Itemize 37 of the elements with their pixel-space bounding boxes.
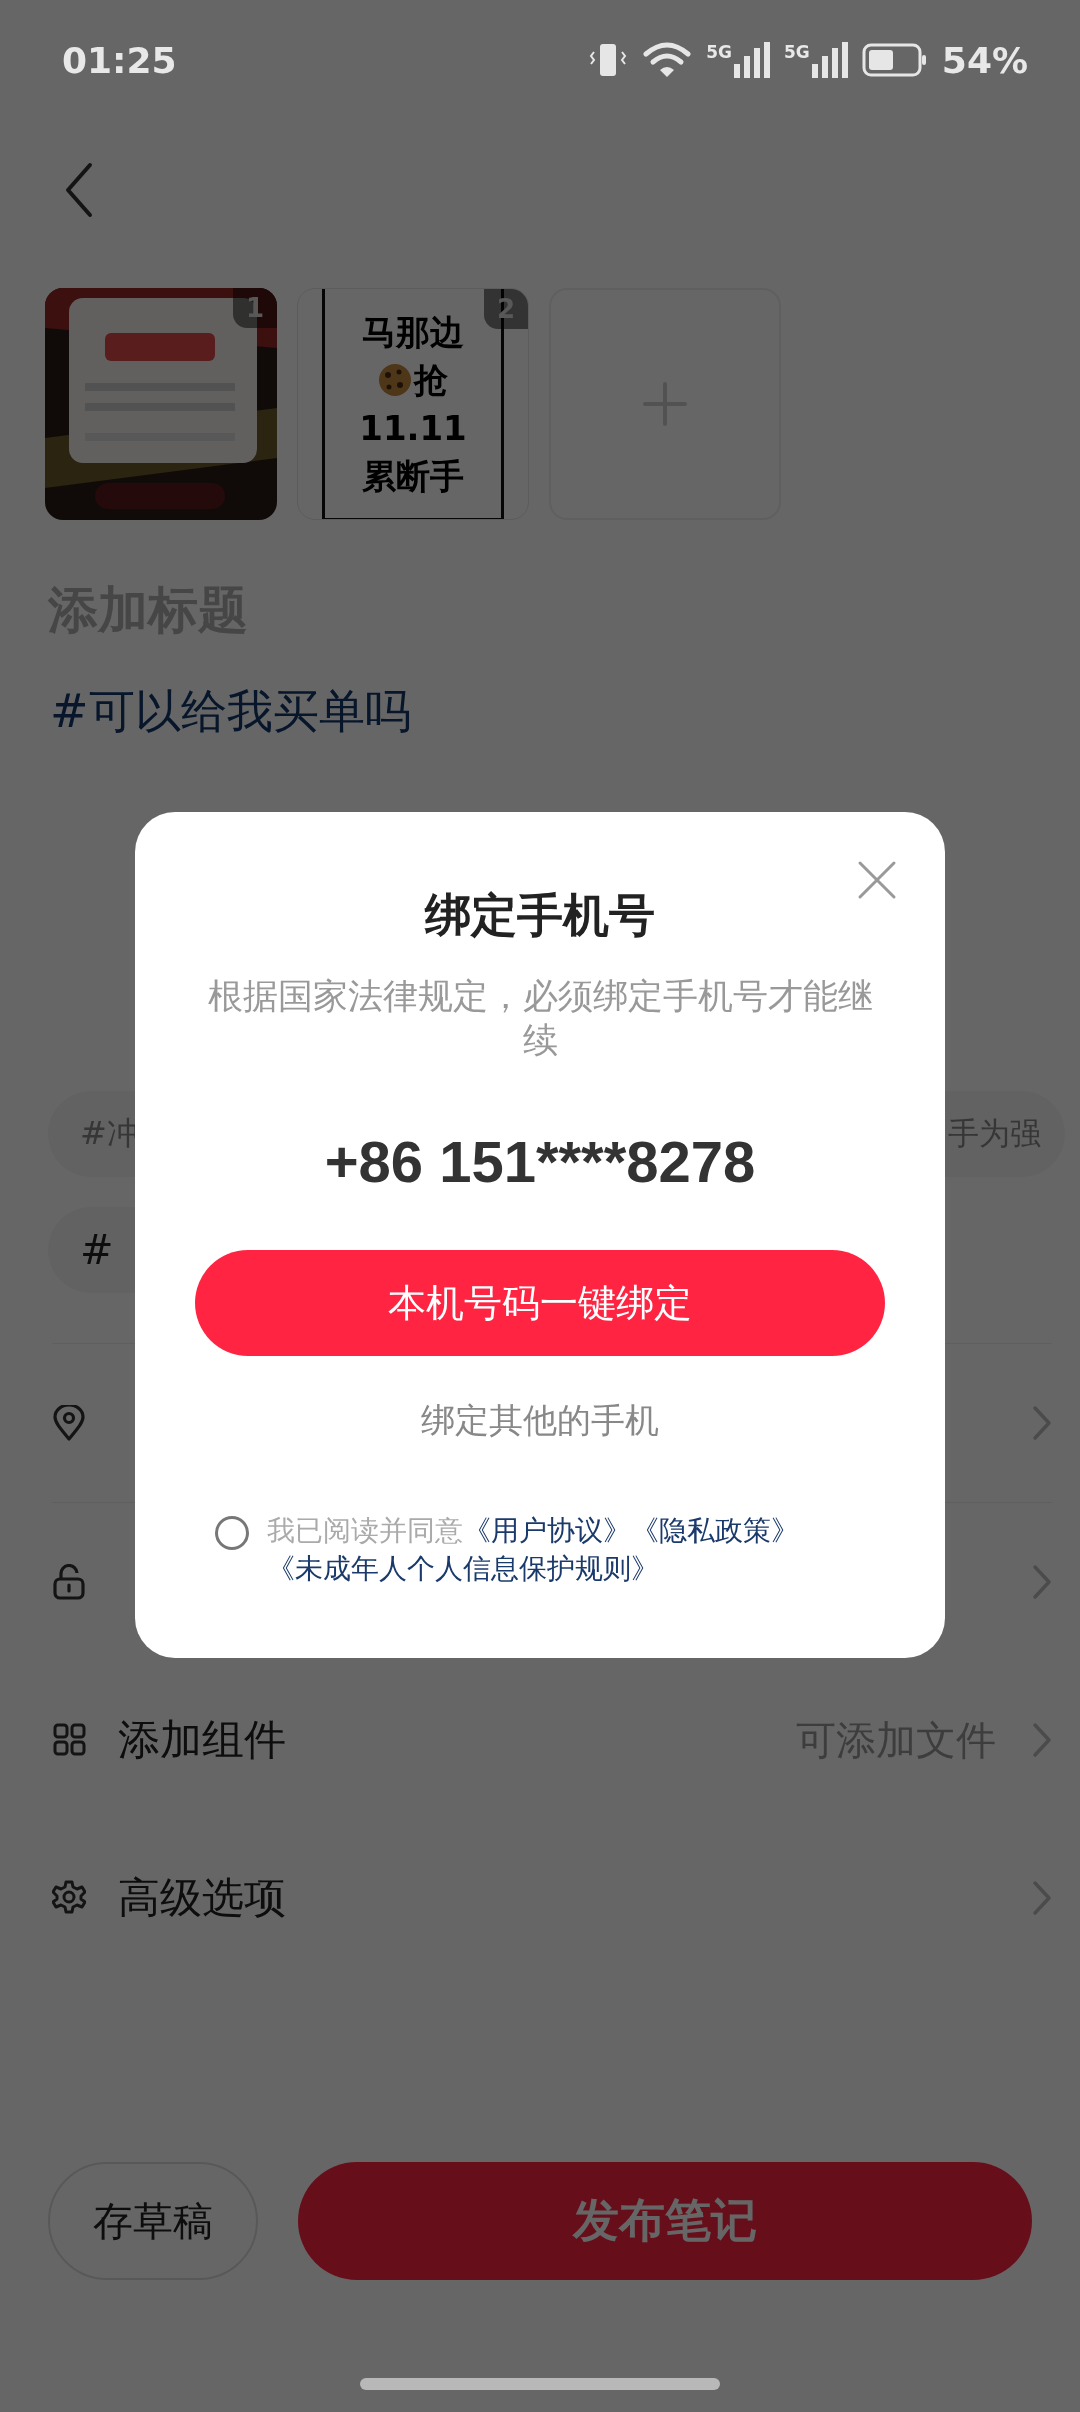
dialog-title: 绑定手机号 [425,887,655,944]
lock-icon [52,1564,86,1600]
signal-icon [811,42,848,78]
menu-label[interactable]: 添加组件 [118,1712,286,1768]
agreement-link[interactable]: 《未成年人个人信息保护规则》 [267,1552,659,1585]
chevron-right-icon [1032,1405,1052,1441]
chevron-right-icon [1032,1564,1052,1600]
agreement-link[interactable]: 《隐私政策》 [631,1514,799,1547]
dialog-message: 根据国家法律规定，必须绑定手机号才能继续 [206,975,874,1062]
location-icon [52,1405,86,1441]
menu-label[interactable]: 高级选项 [118,1870,286,1926]
save-draft-button[interactable]: 存草稿 [48,2162,258,2280]
close-icon[interactable] [857,860,897,900]
chevron-right-icon [1032,1880,1052,1916]
phone-number: +86 151****8278 [324,1128,756,1196]
publish-button[interactable]: 发布笔记 [298,2162,1032,2280]
status-time: 01:25 [62,39,177,81]
signal-icon [734,42,771,78]
battery-icon [861,42,928,78]
image-text: 抢 [414,358,448,402]
other-phone-link[interactable]: 绑定其他的手机 [421,1396,659,1444]
network-label: 5G [784,42,810,62]
grid-icon [52,1722,86,1758]
body-text: #可以给我买单吗 [50,683,412,740]
back-icon[interactable] [64,162,94,218]
network-label: 5G [706,42,733,62]
battery-percent: 54% [941,39,1028,81]
agreement-text: 我已阅读并同意《用户协议》《隐私政策》 《未成年人个人信息保护规则》 [267,1513,800,1587]
chevron-right-icon [1032,1722,1052,1758]
agree-radio[interactable] [215,1516,249,1550]
image-text: 马那边 [362,310,464,354]
wifi-icon [642,40,693,80]
bind-button[interactable]: 本机号码一键绑定 [195,1250,885,1356]
image-text: 11.11 [359,406,467,450]
agreement-link[interactable]: 《用户协议》 [463,1514,631,1547]
image-text: 累断手 [362,454,464,498]
settings-icon [52,1880,86,1916]
